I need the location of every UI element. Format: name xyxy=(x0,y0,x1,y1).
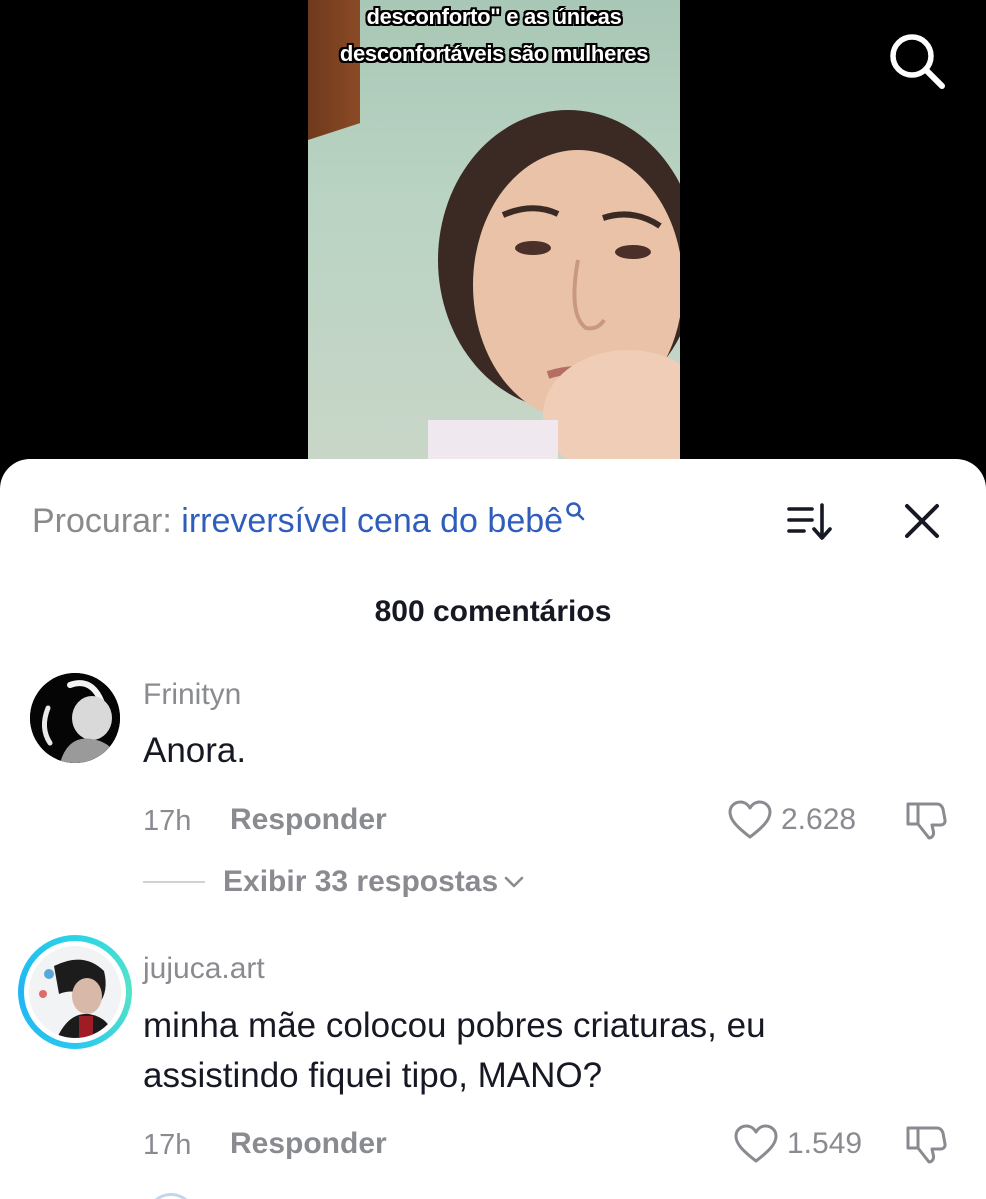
comment-search-suggestion[interactable]: Procurar: irreversível cena do bebê xyxy=(32,501,585,541)
video-caption-line-1: desconforto" e as únicas xyxy=(366,4,622,29)
dislike-icon[interactable] xyxy=(904,798,948,842)
video-caption-line-2: desconfortáveis são mulheres xyxy=(339,41,649,66)
like-count: 2.628 xyxy=(781,803,857,836)
video-player[interactable]: desconforto" e as únicas desconfortáveis… xyxy=(308,0,680,480)
video-person-image xyxy=(428,110,680,470)
avatar-image xyxy=(29,946,121,1038)
replies-divider xyxy=(143,881,205,883)
search-icon[interactable] xyxy=(884,28,948,92)
comment-username[interactable]: jujuca.art xyxy=(143,952,265,986)
comment-count: 800 comentários xyxy=(374,595,612,628)
view-replies-label: Exibir 33 respostas xyxy=(223,865,499,898)
like-count: 1.549 xyxy=(787,1127,863,1160)
avatar-image xyxy=(30,673,120,763)
comment-username[interactable]: Frinityn xyxy=(143,678,241,712)
dislike-icon[interactable] xyxy=(904,1122,948,1166)
view-replies-button[interactable]: Exibir 33 respostas xyxy=(143,865,526,899)
avatar[interactable] xyxy=(18,935,132,1049)
comment-text: Anora. xyxy=(143,731,247,770)
comment-text: minha mãe colocou pobres criaturas, eu a… xyxy=(143,1006,766,1095)
reply-button[interactable]: Responder xyxy=(230,1127,387,1161)
search-prefix-label: Procurar: xyxy=(32,502,172,540)
comments-sheet: Procurar: irreversível cena do bebê 800 … xyxy=(0,459,986,1199)
heart-icon xyxy=(728,800,772,839)
avatar[interactable] xyxy=(146,1193,196,1199)
sort-icon[interactable] xyxy=(786,499,836,543)
comment-time: 17h xyxy=(143,1129,192,1161)
comment-time: 17h xyxy=(143,805,192,837)
like-button[interactable]: 2.628 xyxy=(727,799,856,841)
heart-icon xyxy=(734,1124,778,1163)
like-button[interactable]: 1.549 xyxy=(733,1123,862,1165)
search-term-icon xyxy=(566,502,585,521)
search-term-link[interactable]: irreversível cena do bebê xyxy=(181,502,563,540)
chevron-down-icon xyxy=(504,876,524,888)
reply-button[interactable]: Responder xyxy=(230,803,387,837)
close-icon[interactable] xyxy=(900,499,944,543)
avatar[interactable] xyxy=(30,673,120,763)
screen: desconforto" e as únicas desconfortáveis… xyxy=(0,0,986,1199)
